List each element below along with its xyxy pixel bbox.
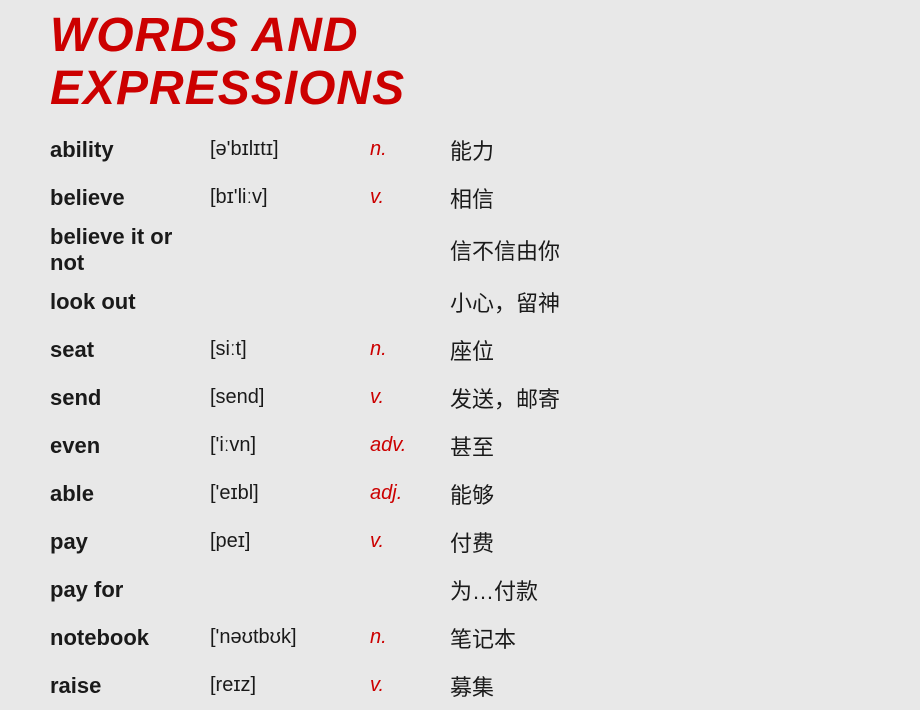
page-container: WORDS AND EXPRESSIONS ability[ə'bɪlɪtɪ]n…	[0, 0, 920, 690]
word-cell: able	[50, 470, 210, 518]
chinese-cell: 座位	[450, 326, 870, 374]
table-row: even['iːvn]adv.甚至	[50, 422, 870, 470]
chinese-cell: 付费	[450, 518, 870, 566]
word-cell: ability	[50, 126, 210, 174]
pos-cell: adv.	[370, 422, 450, 470]
pos-cell: adj.	[370, 470, 450, 518]
phonetic-cell: ['nəʊtbʊk]	[210, 614, 370, 662]
table-row: pay[peɪ]v.付费	[50, 518, 870, 566]
phonetic-cell: [reɪz]	[210, 662, 370, 710]
word-cell: notebook	[50, 614, 210, 662]
pos-cell: v.	[370, 518, 450, 566]
table-row: send[send]v.发送，邮寄	[50, 374, 870, 422]
chinese-cell: 能够	[450, 470, 870, 518]
pos-cell	[370, 566, 450, 614]
table-row: ability[ə'bɪlɪtɪ]n.能力	[50, 126, 870, 174]
title-section: WORDS AND EXPRESSIONS	[50, 10, 870, 116]
phonetic-cell: [send]	[210, 374, 370, 422]
table-row: look out 小心，留神	[50, 278, 870, 326]
pos-cell: v.	[370, 374, 450, 422]
vocabulary-table: ability[ə'bɪlɪtɪ]n.能力believe[bɪ'liːv]v.相…	[50, 126, 870, 710]
pos-cell: v.	[370, 662, 450, 710]
table-row: able['eɪbl]adj.能够	[50, 470, 870, 518]
table-row: believe it or not 信不信由你	[50, 222, 870, 278]
phonetic-cell: ['iːvn]	[210, 422, 370, 470]
word-cell: even	[50, 422, 210, 470]
title-line1: WORDS AND	[50, 10, 870, 63]
pos-cell	[370, 222, 450, 278]
chinese-cell: 募集	[450, 662, 870, 710]
phonetic-cell	[210, 278, 370, 326]
table-row: believe[bɪ'liːv]v.相信	[50, 174, 870, 222]
chinese-cell: 信不信由你	[450, 222, 870, 278]
pos-cell: n.	[370, 614, 450, 662]
table-row: seat[siːt]n.座位	[50, 326, 870, 374]
phonetic-cell: [bɪ'liːv]	[210, 174, 370, 222]
chinese-cell: 为…付款	[450, 566, 870, 614]
phonetic-cell: [peɪ]	[210, 518, 370, 566]
phonetic-cell: ['eɪbl]	[210, 470, 370, 518]
phonetic-cell: [ə'bɪlɪtɪ]	[210, 126, 370, 174]
phonetic-cell: [siːt]	[210, 326, 370, 374]
table-row: pay for 为…付款	[50, 566, 870, 614]
table-row: notebook['nəʊtbʊk]n.笔记本	[50, 614, 870, 662]
word-cell: pay	[50, 518, 210, 566]
word-cell: raise	[50, 662, 210, 710]
word-cell: send	[50, 374, 210, 422]
phonetic-cell	[210, 566, 370, 614]
table-row: raise[reɪz]v.募集	[50, 662, 870, 710]
chinese-cell: 小心，留神	[450, 278, 870, 326]
word-cell: look out	[50, 278, 210, 326]
word-cell: seat	[50, 326, 210, 374]
chinese-cell: 发送，邮寄	[450, 374, 870, 422]
pos-cell	[370, 278, 450, 326]
chinese-cell: 笔记本	[450, 614, 870, 662]
pos-cell: n.	[370, 326, 450, 374]
chinese-cell: 相信	[450, 174, 870, 222]
pos-cell: v.	[370, 174, 450, 222]
chinese-cell: 能力	[450, 126, 870, 174]
word-cell: pay for	[50, 566, 210, 614]
title-line2: EXPRESSIONS	[50, 63, 870, 116]
chinese-cell: 甚至	[450, 422, 870, 470]
phonetic-cell	[210, 222, 370, 278]
word-cell: believe	[50, 174, 210, 222]
pos-cell: n.	[370, 126, 450, 174]
word-cell: believe it or not	[50, 222, 210, 278]
